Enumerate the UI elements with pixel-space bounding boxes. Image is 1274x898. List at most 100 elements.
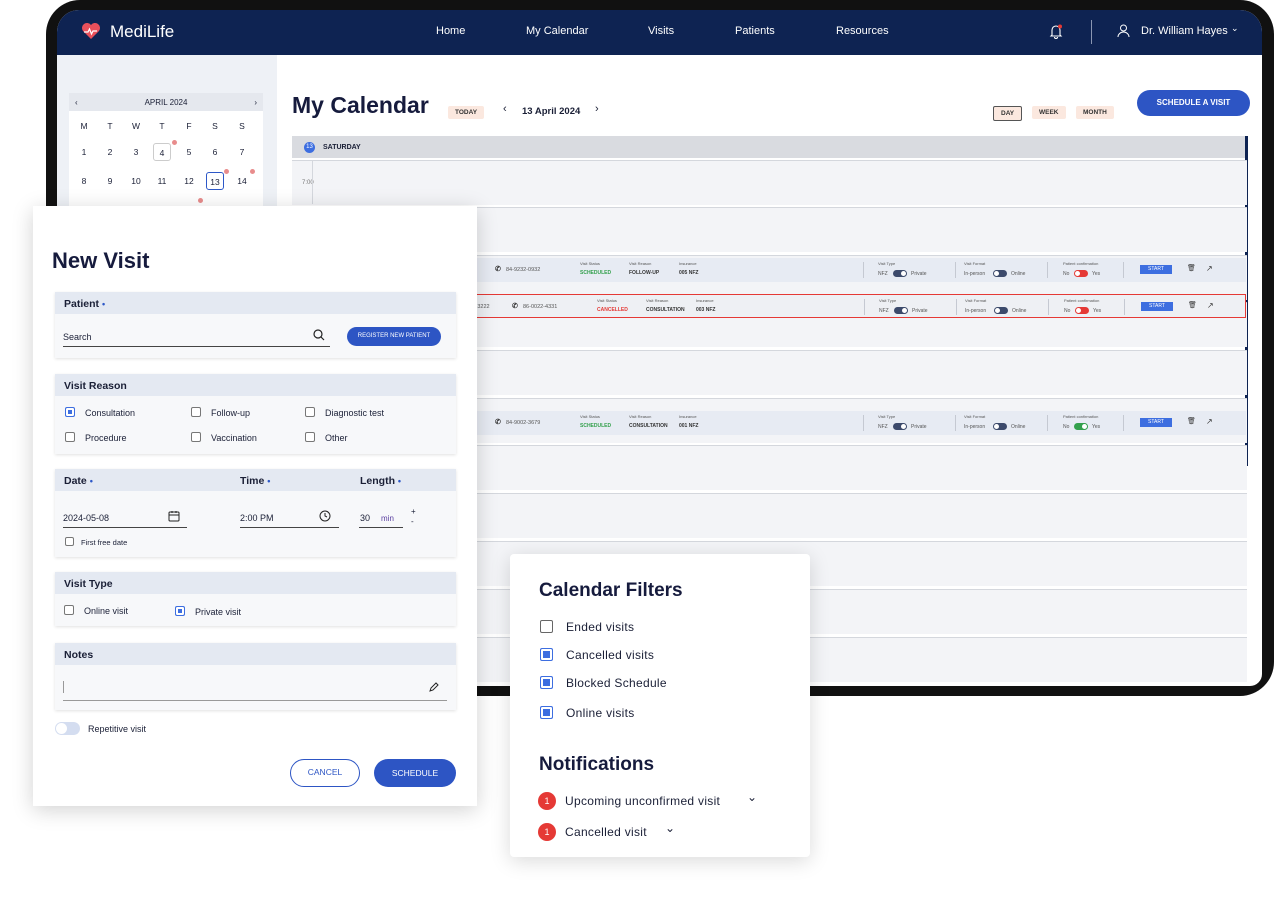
trash-icon[interactable]: 🗑 bbox=[1187, 264, 1196, 272]
notification-label[interactable]: Upcoming unconfirmed visit bbox=[565, 794, 720, 808]
calendar-day[interactable]: 1 bbox=[75, 143, 93, 161]
row-divider bbox=[863, 262, 864, 278]
view-month[interactable]: MONTH bbox=[1076, 106, 1114, 119]
visit-reason-label: Visit Reason bbox=[629, 261, 652, 266]
external-link-icon[interactable]: ↗ bbox=[1207, 301, 1214, 310]
user-name[interactable]: Dr. William Hayes bbox=[1141, 25, 1228, 37]
calendar-day[interactable]: 11 bbox=[153, 172, 171, 190]
calendar-day[interactable]: 14 bbox=[233, 172, 251, 190]
visit-row[interactable]: 4878023222✆86-0022-4331Visit StatusCANCE… bbox=[458, 294, 1246, 318]
increment-icon[interactable]: + bbox=[411, 507, 416, 516]
length-input[interactable]: 30 bbox=[360, 513, 370, 523]
chevron-down-icon[interactable]: ⌄ bbox=[747, 790, 757, 804]
first-free-date-checkbox[interactable] bbox=[65, 537, 74, 546]
nav-my-calendar[interactable]: My Calendar bbox=[526, 25, 588, 37]
start-button[interactable]: START bbox=[1140, 418, 1172, 427]
visit-status-label: Visit Status bbox=[580, 414, 600, 419]
view-day[interactable]: DAY bbox=[993, 106, 1023, 121]
visit-type-toggle[interactable] bbox=[893, 270, 907, 277]
diagnostic-test-checkbox[interactable] bbox=[305, 407, 315, 417]
other-checkbox[interactable] bbox=[305, 432, 315, 442]
row-divider bbox=[955, 262, 956, 278]
procedure-checkbox[interactable] bbox=[65, 432, 75, 442]
view-week[interactable]: WEEK bbox=[1032, 106, 1066, 119]
nav-resources[interactable]: Resources bbox=[836, 25, 889, 37]
chevron-down-icon[interactable]: ⌄ bbox=[665, 821, 675, 835]
nfz-label: NFZ bbox=[878, 271, 888, 277]
visit-row[interactable]: 968770✆84-9002-3679Visit StatusSCHEDULED… bbox=[458, 411, 1246, 435]
calendar-day[interactable]: 5 bbox=[180, 143, 198, 161]
blocked-schedule-checkbox[interactable] bbox=[540, 676, 553, 689]
calendar-day[interactable]: 4 bbox=[153, 143, 171, 161]
chevron-down-icon[interactable]: ⌄ bbox=[1231, 23, 1239, 34]
patient-search-input[interactable]: Search bbox=[63, 332, 92, 342]
visit-format-toggle[interactable] bbox=[994, 307, 1008, 314]
visit-type-toggle[interactable] bbox=[893, 423, 907, 430]
confirmation-toggle[interactable] bbox=[1074, 270, 1088, 277]
today-button[interactable]: TODAY bbox=[448, 106, 485, 119]
private-visit-checkbox[interactable] bbox=[175, 606, 185, 616]
calendar-day[interactable]: 7 bbox=[233, 143, 251, 161]
nav-home[interactable]: Home bbox=[436, 25, 465, 37]
trash-icon[interactable]: 🗑 bbox=[1187, 417, 1196, 425]
chevron-left-icon[interactable]: ‹ bbox=[75, 98, 78, 107]
calendar-day[interactable]: 8 bbox=[75, 172, 93, 190]
no-label: No bbox=[1063, 424, 1070, 430]
date-input[interactable]: 2024-05-08 bbox=[63, 513, 109, 523]
schedule-button[interactable]: SCHEDULE bbox=[374, 759, 456, 787]
external-link-icon[interactable]: ↗ bbox=[1206, 264, 1213, 273]
visit-row[interactable]: 89945✆84-9232-0932Visit StatusSCHEDULEDV… bbox=[458, 258, 1246, 282]
online-visit-checkbox[interactable] bbox=[64, 605, 74, 615]
app-name[interactable]: MediLife bbox=[110, 22, 174, 42]
schedule-visit-button[interactable]: SCHEDULE A VISIT bbox=[1137, 90, 1250, 116]
calendar-day[interactable]: 9 bbox=[101, 172, 119, 190]
chevron-left-icon[interactable]: ‹ bbox=[503, 103, 507, 115]
chevron-right-icon[interactable]: › bbox=[254, 98, 257, 107]
time-slot[interactable] bbox=[292, 160, 1247, 205]
nav-patients[interactable]: Patients bbox=[735, 25, 775, 37]
visit-type-label: Visit Type bbox=[878, 414, 896, 419]
calendar-day[interactable]: 6 bbox=[206, 143, 224, 161]
pencil-icon[interactable] bbox=[428, 682, 439, 693]
notes-input[interactable] bbox=[63, 700, 447, 701]
ended-visits-checkbox[interactable] bbox=[540, 620, 553, 633]
start-button[interactable]: START bbox=[1141, 302, 1173, 311]
time-input[interactable]: 2:00 PM bbox=[240, 513, 274, 523]
vaccination-checkbox[interactable] bbox=[191, 432, 201, 442]
length-unit: min bbox=[381, 514, 394, 523]
calendar-day[interactable]: 2 bbox=[101, 143, 119, 161]
decrement-icon[interactable]: - bbox=[411, 517, 414, 526]
clock-icon[interactable] bbox=[319, 510, 331, 522]
visit-format-label: Visit Format bbox=[965, 298, 987, 303]
calendar-icon[interactable] bbox=[168, 510, 180, 522]
cancelled-visits-checkbox[interactable] bbox=[540, 648, 553, 661]
calendar-day[interactable]: 12 bbox=[180, 172, 198, 190]
calendar-day[interactable]: 3 bbox=[127, 143, 145, 161]
follow-up-checkbox[interactable] bbox=[191, 407, 201, 417]
external-link-icon[interactable]: ↗ bbox=[1206, 417, 1213, 426]
start-button[interactable]: START bbox=[1140, 265, 1172, 274]
nav-visits[interactable]: Visits bbox=[648, 25, 674, 37]
chevron-right-icon[interactable]: › bbox=[595, 103, 599, 115]
visit-format-toggle[interactable] bbox=[993, 423, 1007, 430]
online-visits-checkbox[interactable] bbox=[540, 706, 553, 719]
register-new-patient-button[interactable]: REGISTER NEW PATIENT bbox=[347, 327, 441, 346]
blocked-schedule-label: Blocked Schedule bbox=[566, 676, 667, 690]
repetitive-visit-toggle[interactable] bbox=[55, 722, 80, 735]
nfz-label: NFZ bbox=[878, 424, 888, 430]
search-icon[interactable] bbox=[313, 329, 325, 341]
calendar-day[interactable]: 13 bbox=[206, 172, 224, 190]
visit-type-toggle[interactable] bbox=[894, 307, 908, 314]
cancel-button[interactable]: CANCEL bbox=[290, 759, 360, 787]
notes-label: Notes bbox=[55, 643, 456, 665]
row-divider bbox=[864, 299, 865, 315]
consultation-checkbox[interactable] bbox=[65, 407, 75, 417]
date-underline bbox=[63, 527, 187, 528]
confirmation-toggle[interactable] bbox=[1075, 307, 1089, 314]
notification-label[interactable]: Cancelled visit bbox=[565, 825, 647, 839]
calendar-day[interactable]: 10 bbox=[127, 172, 145, 190]
trash-icon[interactable]: 🗑 bbox=[1188, 301, 1197, 309]
visit-format-toggle[interactable] bbox=[993, 270, 1007, 277]
bell-icon[interactable] bbox=[1049, 24, 1063, 39]
confirmation-toggle[interactable] bbox=[1074, 423, 1088, 430]
